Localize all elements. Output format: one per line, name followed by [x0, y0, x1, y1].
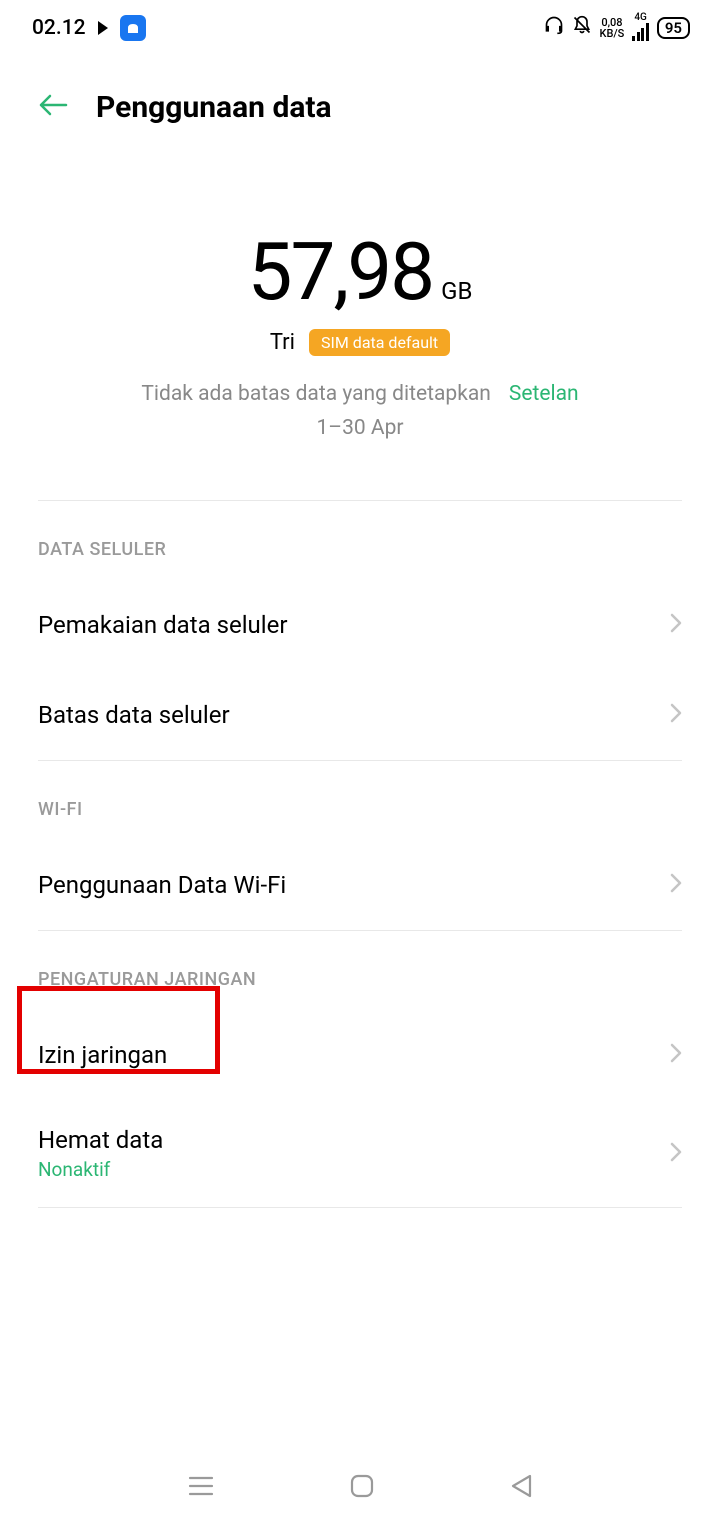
status-right: 0,08 KB/S 4G 95 [544, 13, 691, 43]
data-saver-item[interactable]: Hemat data Nonaktif [0, 1100, 720, 1207]
list-item-label: Hemat data [38, 1126, 163, 1154]
data-summary: 57,98 GB Tri SIM data default Tidak ada … [0, 145, 720, 500]
list-item-subtitle: Nonaktif [38, 1158, 163, 1181]
cellular-limit-item[interactable]: Batas data seluler [0, 670, 720, 760]
list-item-label: Penggunaan Data Wi-Fi [38, 871, 286, 899]
date-range: 1–30 Apr [0, 416, 720, 440]
chevron-right-icon [670, 611, 682, 639]
data-usage-unit: GB [441, 277, 472, 305]
home-icon[interactable] [349, 1473, 375, 1503]
battery-indicator: 95 [657, 17, 690, 39]
section-header-cellular: DATA SELULER [0, 501, 720, 580]
navigation-bar [0, 1455, 720, 1520]
chevron-right-icon [670, 1041, 682, 1069]
page-title: Penggunaan data [96, 90, 332, 125]
network-indicator: 4G [632, 13, 649, 43]
back-arrow-icon[interactable] [38, 90, 68, 125]
chevron-right-icon [670, 701, 682, 729]
app-header: Penggunaan data [0, 55, 720, 145]
data-limit-text: Tidak ada batas data yang ditetapkan [141, 382, 490, 406]
carrier-name: Tri [270, 330, 295, 355]
status-time: 02.12 [32, 16, 86, 40]
play-store-icon [98, 21, 108, 35]
data-speed: 0,08 KB/S [600, 17, 625, 39]
app-notification-icon [120, 15, 146, 41]
dnd-icon [572, 15, 592, 41]
back-icon[interactable] [510, 1473, 532, 1503]
list-item-label: Pemakaian data seluler [38, 611, 287, 639]
recent-apps-icon[interactable] [188, 1475, 214, 1501]
status-left: 02.12 [32, 15, 146, 41]
section-header-network: PENGATURAN JARINGAN [0, 931, 720, 1010]
chevron-right-icon [670, 871, 682, 899]
signal-icon [632, 23, 649, 41]
network-permission-item[interactable]: Izin jaringan [0, 1010, 720, 1100]
wifi-usage-item[interactable]: Penggunaan Data Wi-Fi [0, 840, 720, 930]
list-item-label: Izin jaringan [38, 1041, 167, 1069]
headset-icon [544, 15, 564, 41]
settings-link[interactable]: Setelan [509, 382, 579, 406]
status-bar: 02.12 0,08 KB/S 4G 95 [0, 0, 720, 55]
cellular-usage-item[interactable]: Pemakaian data seluler [0, 580, 720, 670]
section-header-wifi: WI-FI [0, 761, 720, 840]
divider [38, 1207, 682, 1208]
data-usage-value: 57,98 [248, 225, 434, 319]
list-item-label: Batas data seluler [38, 701, 230, 729]
chevron-right-icon [670, 1140, 682, 1168]
sim-default-badge: SIM data default [309, 329, 450, 356]
